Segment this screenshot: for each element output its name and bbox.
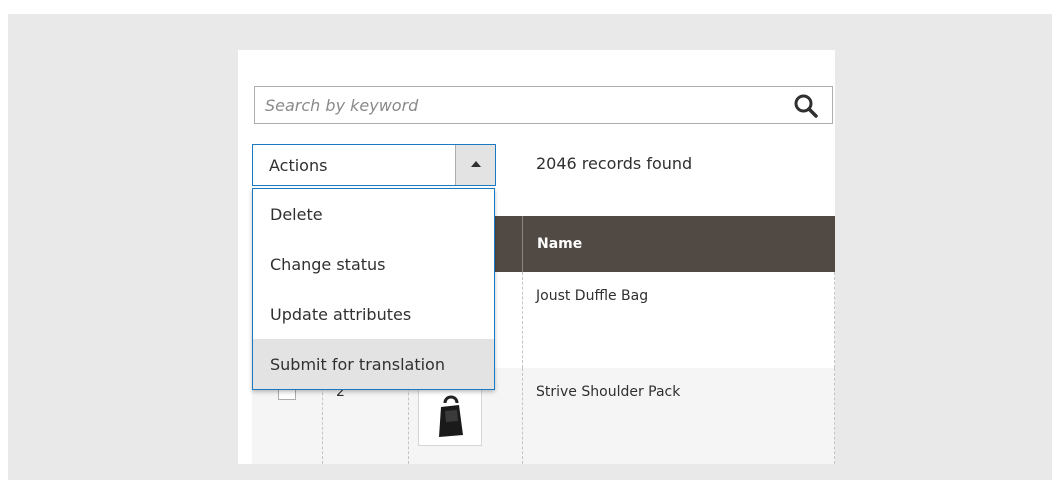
search-box: [254, 86, 833, 124]
menu-item-submit-for-translation[interactable]: Submit for translation: [253, 339, 494, 389]
triangle-up-icon: [471, 161, 481, 167]
records-count: 2046 records found: [536, 154, 693, 173]
search-input[interactable]: [255, 87, 775, 123]
product-name: Strive Shoulder Pack: [536, 384, 681, 400]
menu-item-delete[interactable]: Delete: [253, 189, 494, 239]
actions-select[interactable]: Actions: [252, 144, 496, 186]
menu-item-label: Submit for translation: [270, 355, 445, 374]
menu-item-change-status[interactable]: Change status: [253, 239, 494, 289]
actions-dropdown-menu: Delete Change status Update attributes S…: [252, 188, 495, 390]
menu-item-update-attributes[interactable]: Update attributes: [253, 289, 494, 339]
cell-divider: [522, 368, 523, 464]
cell-divider: [834, 272, 835, 368]
cell-divider: [834, 368, 835, 464]
product-name: Joust Duffle Bag: [536, 288, 649, 304]
cell-divider: [522, 272, 523, 368]
search-button[interactable]: [792, 92, 820, 120]
shoulder-bag-image: [439, 395, 463, 437]
menu-item-label: Change status: [270, 255, 386, 274]
menu-item-label: Update attributes: [270, 305, 412, 324]
column-header-name[interactable]: Name: [522, 216, 582, 272]
search-icon: [794, 94, 818, 118]
actions-label: Actions: [269, 156, 328, 175]
actions-toggle-button[interactable]: [455, 145, 495, 185]
menu-item-label: Delete: [270, 205, 323, 224]
